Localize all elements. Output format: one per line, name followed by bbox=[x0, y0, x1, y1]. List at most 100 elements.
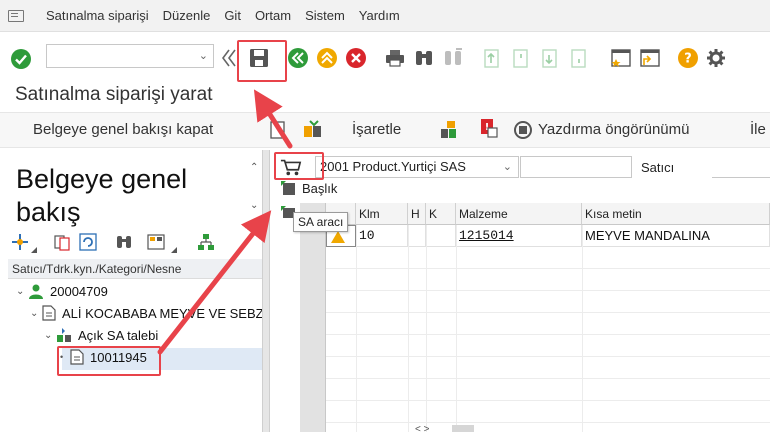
menu-system[interactable]: Sistem bbox=[305, 8, 345, 23]
shopping-cart-icon[interactable] bbox=[280, 156, 302, 178]
command-input[interactable] bbox=[47, 45, 192, 67]
empty-row[interactable] bbox=[326, 269, 770, 291]
menu-environment[interactable]: Ortam bbox=[255, 8, 291, 23]
grid-header-item[interactable]: Klm bbox=[356, 203, 408, 225]
scroll-up-icon[interactable]: ⌃ bbox=[250, 162, 258, 173]
requisition-number: 10011945 bbox=[90, 349, 147, 365]
empty-row[interactable] bbox=[326, 357, 770, 379]
tree-node-vendor-name[interactable]: ⌄ ALİ KOCABABA MEYVE VE SEBZE bbox=[30, 305, 272, 321]
help-icon[interactable]: ? bbox=[677, 47, 699, 69]
expand-header-icon[interactable] bbox=[280, 180, 296, 196]
h-cell[interactable] bbox=[408, 225, 426, 247]
layout-icon[interactable] bbox=[146, 232, 166, 252]
tree-column-header: Satıcı/Tdrk.kyn./Kategori/Nesne bbox=[8, 259, 262, 279]
item-number-cell[interactable]: 10 bbox=[356, 225, 408, 247]
menu-bar: Satınalma siparişi Düzenle Git Ortam Sis… bbox=[0, 0, 770, 32]
chevron-down-icon[interactable]: ⌄ bbox=[503, 157, 512, 177]
row-selector-column[interactable] bbox=[300, 203, 326, 432]
svg-text:?: ? bbox=[684, 52, 692, 67]
header-section-toggle[interactable]: Başlık bbox=[280, 180, 337, 196]
document-type-value: 2001 Product.Yurtiçi SAS bbox=[320, 159, 466, 174]
k-cell[interactable] bbox=[426, 225, 456, 247]
column-divider bbox=[426, 225, 427, 432]
last-page-icon bbox=[568, 47, 590, 69]
more-button[interactable]: İle bbox=[750, 121, 766, 138]
print-icon[interactable] bbox=[384, 47, 406, 69]
exit-icon[interactable] bbox=[316, 47, 338, 69]
menu-help[interactable]: Yardım bbox=[359, 8, 400, 23]
short-text-cell[interactable]: MEYVE MANDALINA bbox=[582, 225, 770, 247]
command-dropdown-icon[interactable]: ⌄ bbox=[199, 49, 208, 62]
mark-button[interactable]: İşaretle bbox=[352, 121, 401, 138]
find-icon[interactable] bbox=[114, 232, 134, 252]
find-icon[interactable] bbox=[413, 47, 435, 69]
collapse-toggle-icon[interactable]: ⌄ bbox=[30, 308, 42, 319]
refresh-icon[interactable] bbox=[78, 232, 98, 252]
tree-node-vendor[interactable]: ⌄ 20004709 bbox=[16, 283, 108, 299]
grid-header-material[interactable]: Malzeme bbox=[456, 203, 582, 225]
grid-header-short-text[interactable]: Kısa metin bbox=[582, 203, 770, 225]
material-cell[interactable]: 1215014 bbox=[456, 225, 582, 247]
messages-icon[interactable]: ! bbox=[478, 117, 500, 139]
document-type-select[interactable]: 2001 Product.Yurtiçi SAS ⌄ bbox=[315, 156, 519, 178]
other-document-icon[interactable] bbox=[302, 118, 324, 140]
empty-row[interactable] bbox=[326, 291, 770, 313]
application-toolbar: Belgeye genel bakışı kapat İşaretle ! Ya… bbox=[0, 112, 770, 148]
overview-title: Belgeye genel bakış bbox=[16, 164, 188, 227]
document-overview-panel: Belgeye genel bakış ⌃ ⌄ Satıcı/Tdrk.kyn. bbox=[0, 150, 272, 432]
check-icon[interactable] bbox=[438, 119, 460, 141]
menu-goto[interactable]: Git bbox=[224, 8, 241, 23]
system-menu-icon[interactable] bbox=[8, 9, 24, 22]
menu-purchase-order[interactable]: Satınalma siparişi bbox=[46, 8, 149, 23]
empty-row[interactable] bbox=[326, 247, 770, 269]
document-icon bbox=[70, 349, 84, 365]
collapse-toggle-icon[interactable]: ⌄ bbox=[44, 330, 56, 341]
collapse-toggle-icon[interactable]: ⌄ bbox=[16, 286, 28, 297]
find-next-icon bbox=[442, 47, 464, 69]
save-icon[interactable] bbox=[248, 47, 270, 69]
horizontal-scrollbar[interactable] bbox=[452, 425, 474, 432]
selection-variant-icon[interactable] bbox=[10, 232, 30, 252]
document-number-field[interactable] bbox=[520, 156, 632, 178]
tree-node-requisition[interactable]: • 10011945 bbox=[60, 349, 147, 365]
vendor-name: ALİ KOCABABA MEYVE VE SEBZE bbox=[62, 305, 273, 321]
enter-icon[interactable] bbox=[10, 48, 32, 70]
person-icon bbox=[29, 284, 43, 299]
empty-row[interactable] bbox=[326, 401, 770, 423]
hierarchy-icon[interactable] bbox=[196, 232, 216, 252]
grid-header-h[interactable]: H bbox=[408, 203, 426, 225]
menu-edit[interactable]: Düzenle bbox=[163, 8, 211, 23]
collapse-icon[interactable] bbox=[218, 47, 240, 69]
grid-header-k[interactable]: K bbox=[426, 203, 456, 225]
column-divider bbox=[408, 225, 409, 432]
copy-document-icon[interactable] bbox=[52, 232, 72, 252]
warning-icon bbox=[331, 231, 345, 243]
cancel-icon[interactable] bbox=[345, 47, 367, 69]
first-page-icon bbox=[481, 47, 503, 69]
empty-row[interactable] bbox=[326, 379, 770, 401]
empty-row[interactable] bbox=[326, 335, 770, 357]
document-icon bbox=[42, 305, 56, 321]
hold-document-icon[interactable] bbox=[268, 119, 290, 141]
command-field[interactable]: ⌄ bbox=[46, 44, 214, 68]
shortcut-icon[interactable] bbox=[639, 47, 661, 69]
header-label: Başlık bbox=[302, 180, 338, 196]
close-document-overview-button[interactable]: Belgeye genel bakışı kapat bbox=[33, 121, 213, 138]
items-grid: Klm H K Malzeme Kısa metin 10 1215014 ME… bbox=[300, 203, 770, 432]
open-requisitions-label: Açık SA talebi bbox=[78, 327, 159, 343]
panel-splitter[interactable] bbox=[262, 150, 270, 432]
vendor-field[interactable] bbox=[712, 156, 770, 178]
empty-row[interactable] bbox=[326, 313, 770, 335]
horizontal-scroll-arrows[interactable]: < > bbox=[415, 424, 429, 432]
vendor-label: Satıcı bbox=[641, 160, 675, 175]
scroll-down-icon[interactable]: ⌄ bbox=[250, 200, 258, 211]
print-preview-button[interactable]: Yazdırma öngörünümü bbox=[538, 121, 689, 138]
next-page-icon bbox=[539, 47, 561, 69]
tree-node-open-requisitions[interactable]: ⌄ Açık SA talebi bbox=[44, 327, 158, 343]
back-icon[interactable] bbox=[287, 47, 309, 69]
column-divider bbox=[582, 225, 583, 432]
title-scrollbar[interactable]: ⌃ ⌄ bbox=[248, 150, 262, 226]
create-session-icon[interactable] bbox=[610, 47, 632, 69]
print-preview-icon[interactable] bbox=[512, 119, 534, 141]
settings-icon[interactable] bbox=[706, 47, 728, 69]
